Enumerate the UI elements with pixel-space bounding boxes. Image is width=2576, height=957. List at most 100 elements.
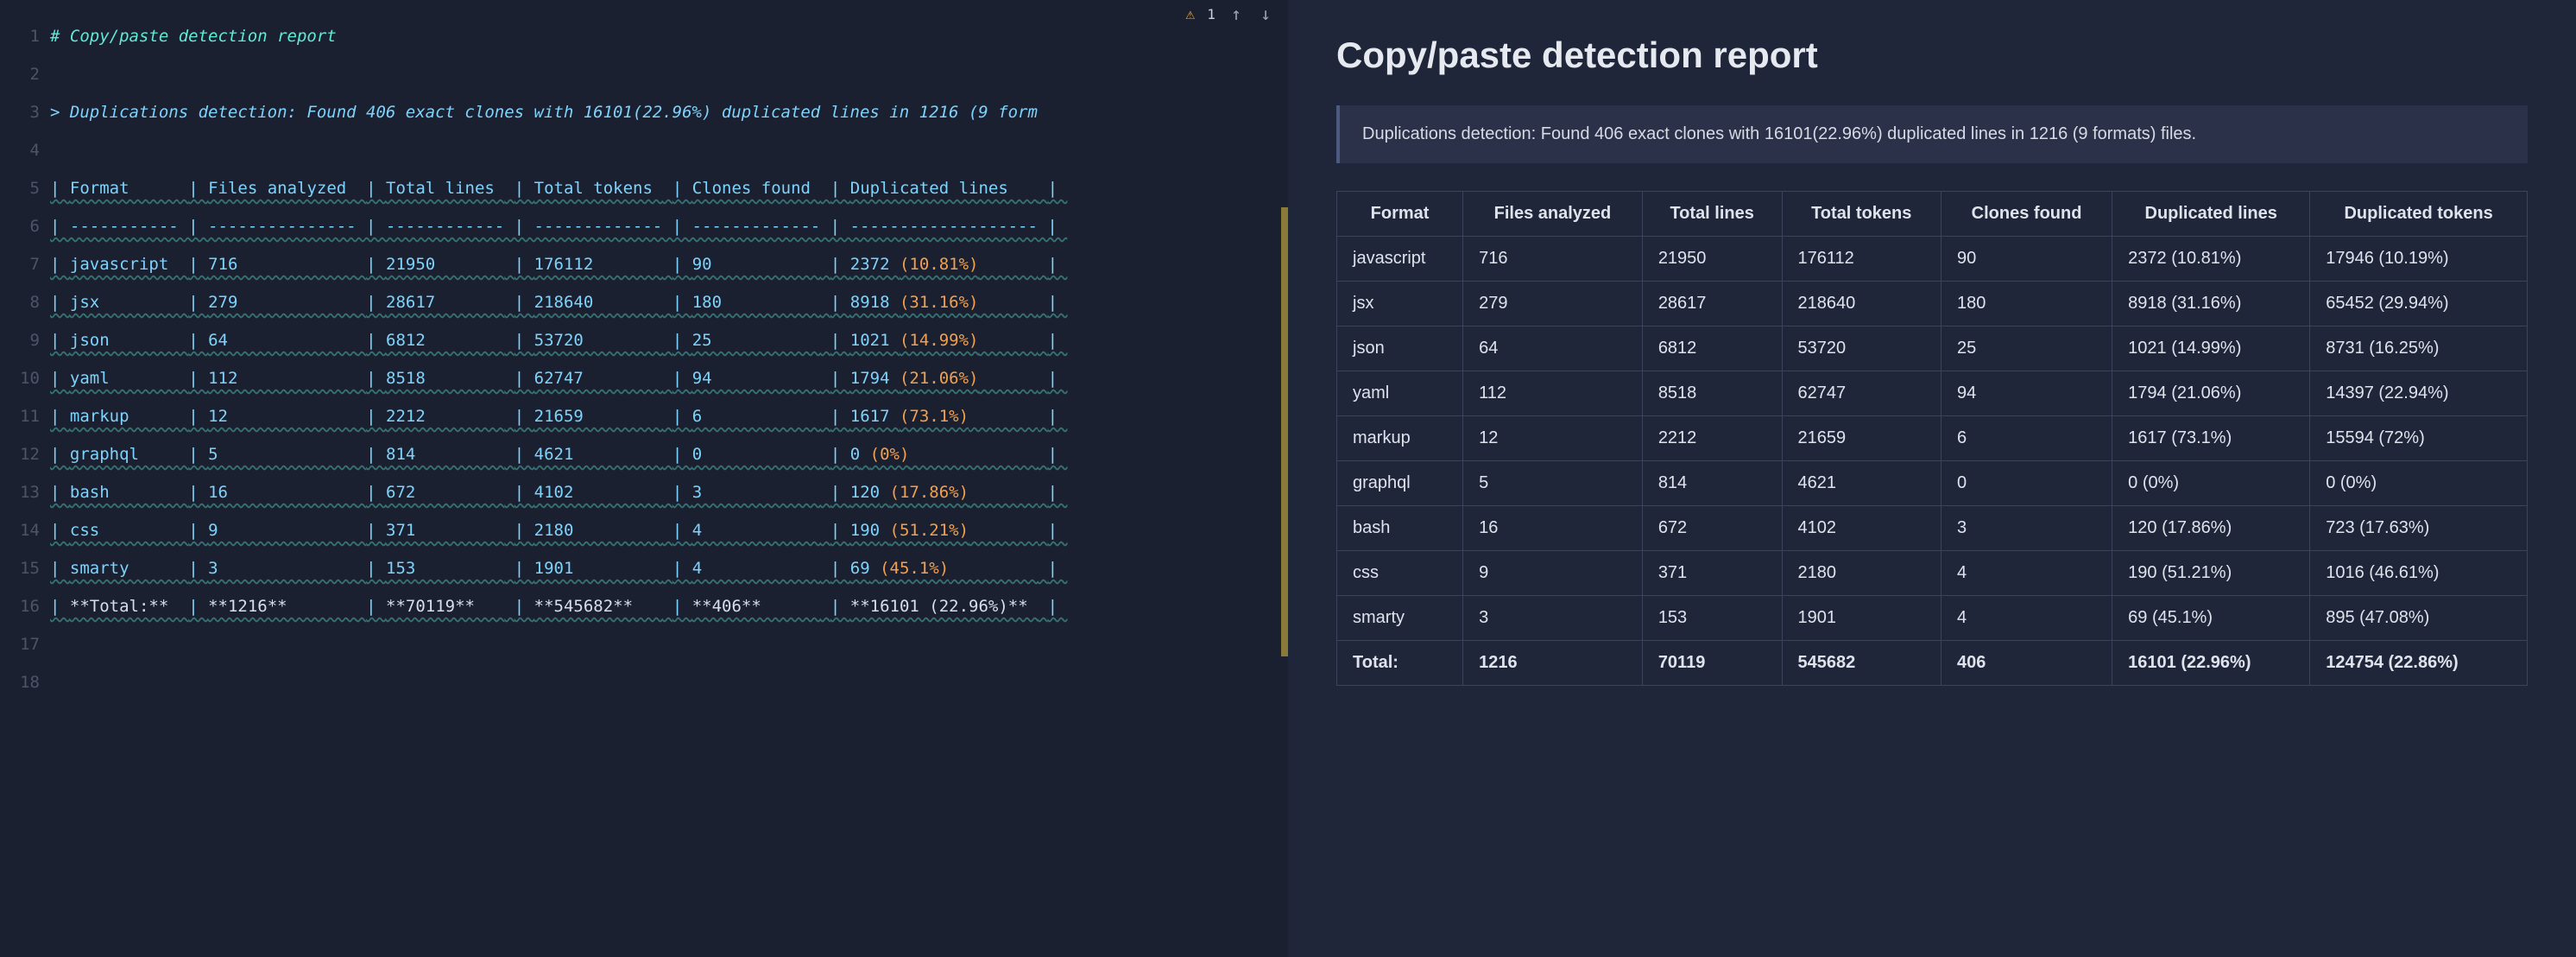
table-cell: 6: [1941, 416, 2112, 461]
line-number: 7: [0, 245, 40, 283]
table-cell: 90: [1941, 237, 2112, 282]
table-cell: 0 (0%): [2310, 461, 2528, 506]
column-header: Duplicated tokens: [2310, 192, 2528, 237]
table-cell: 8518: [1642, 371, 1782, 416]
table-cell: 1794 (21.06%): [2112, 371, 2310, 416]
table-cell: 716: [1463, 237, 1643, 282]
table-cell: 70119: [1642, 641, 1782, 686]
table-cell: 1901: [1782, 596, 1941, 641]
line-number: 3: [0, 93, 40, 131]
table-cell: bash: [1337, 506, 1463, 551]
table-cell: Total:: [1337, 641, 1463, 686]
table-cell: 64: [1463, 326, 1643, 371]
table-cell: yaml: [1337, 371, 1463, 416]
table-cell: 1021 (14.99%): [2112, 326, 2310, 371]
column-header: Files analyzed: [1463, 192, 1643, 237]
table-cell: 4621: [1782, 461, 1941, 506]
prev-problem-button[interactable]: ↑: [1228, 3, 1245, 24]
line-number: 15: [0, 549, 40, 587]
table-row: yaml112851862747941794 (21.06%)14397 (22…: [1337, 371, 2528, 416]
table-cell: 371: [1642, 551, 1782, 596]
table-cell: 1016 (46.61%): [2310, 551, 2528, 596]
table-cell: 2212: [1642, 416, 1782, 461]
column-header: Total tokens: [1782, 192, 1941, 237]
table-cell: 21659: [1782, 416, 1941, 461]
table-cell: 53720: [1782, 326, 1941, 371]
table-cell: 62747: [1782, 371, 1941, 416]
table-cell: 1617 (73.1%): [2112, 416, 2310, 461]
line-number: 8: [0, 283, 40, 321]
table-row: css937121804190 (51.21%)1016 (46.61%): [1337, 551, 2528, 596]
table-cell: 112: [1463, 371, 1643, 416]
table-cell: 0: [1941, 461, 2112, 506]
code-area[interactable]: # Copy/paste detection report > Duplicat…: [50, 0, 1288, 663]
table-cell: jsx: [1337, 282, 1463, 326]
editor-pane: ⚠ 1 ↑ ↓ 123456789101112131415161718 # Co…: [0, 0, 1288, 957]
table-cell: json: [1337, 326, 1463, 371]
line-number: 6: [0, 207, 40, 245]
table-cell: 895 (47.08%): [2310, 596, 2528, 641]
table-cell: 4102: [1782, 506, 1941, 551]
line-gutter: 123456789101112131415161718: [0, 0, 40, 701]
table-cell: 406: [1941, 641, 2112, 686]
line-number: 5: [0, 169, 40, 207]
table-cell: smarty: [1337, 596, 1463, 641]
table-total-row: Total:12167011954568240616101 (22.96%)12…: [1337, 641, 2528, 686]
table-cell: 8731 (16.25%): [2310, 326, 2528, 371]
line-number: 13: [0, 473, 40, 511]
table-cell: 153: [1642, 596, 1782, 641]
table-cell: 3: [1463, 596, 1643, 641]
line-number: 14: [0, 511, 40, 549]
editor-toolbar: ⚠ 1 ↑ ↓: [1185, 3, 1274, 24]
table-cell: 25: [1941, 326, 2112, 371]
table-cell: 180: [1941, 282, 2112, 326]
table-cell: 16: [1463, 506, 1643, 551]
table-row: markup1222122165961617 (73.1%)15594 (72%…: [1337, 416, 2528, 461]
preview-pane: Copy/paste detection report Duplications…: [1288, 0, 2576, 957]
table-cell: 6812: [1642, 326, 1782, 371]
table-cell: 4: [1941, 551, 2112, 596]
table-cell: graphql: [1337, 461, 1463, 506]
table-row: bash1667241023120 (17.86%)723 (17.63%): [1337, 506, 2528, 551]
table-cell: 176112: [1782, 237, 1941, 282]
table-cell: 65452 (29.94%): [2310, 282, 2528, 326]
column-header: Total lines: [1642, 192, 1782, 237]
summary-banner: Duplications detection: Found 406 exact …: [1336, 105, 2528, 163]
table-row: json64681253720251021 (14.99%)8731 (16.2…: [1337, 326, 2528, 371]
table-cell: 218640: [1782, 282, 1941, 326]
table-row: jsx279286172186401808918 (31.16%)65452 (…: [1337, 282, 2528, 326]
table-cell: 1216: [1463, 641, 1643, 686]
table-cell: 190 (51.21%): [2112, 551, 2310, 596]
table-cell: 0 (0%): [2112, 461, 2310, 506]
column-header: Clones found: [1941, 192, 2112, 237]
table-cell: 12: [1463, 416, 1643, 461]
column-header: Duplicated lines: [2112, 192, 2310, 237]
table-cell: 723 (17.63%): [2310, 506, 2528, 551]
line-number: 11: [0, 397, 40, 435]
table-cell: 672: [1642, 506, 1782, 551]
duplication-table: FormatFiles analyzedTotal linesTotal tok…: [1336, 191, 2528, 686]
table-cell: 21950: [1642, 237, 1782, 282]
table-cell: 14397 (22.94%): [2310, 371, 2528, 416]
table-cell: 69 (45.1%): [2112, 596, 2310, 641]
table-cell: 94: [1941, 371, 2112, 416]
line-number: 17: [0, 625, 40, 663]
table-row: smarty31531901469 (45.1%)895 (47.08%): [1337, 596, 2528, 641]
table-cell: 279: [1463, 282, 1643, 326]
table-row: javascript71621950176112902372 (10.81%)1…: [1337, 237, 2528, 282]
table-cell: 16101 (22.96%): [2112, 641, 2310, 686]
table-cell: 17946 (10.19%): [2310, 237, 2528, 282]
table-cell: 124754 (22.86%): [2310, 641, 2528, 686]
next-problem-button[interactable]: ↓: [1257, 3, 1274, 24]
line-number: 2: [0, 55, 40, 93]
line-number: 9: [0, 321, 40, 359]
table-row: graphql5814462100 (0%)0 (0%): [1337, 461, 2528, 506]
table-cell: css: [1337, 551, 1463, 596]
table-cell: 2372 (10.81%): [2112, 237, 2310, 282]
warning-count: 1: [1207, 6, 1215, 22]
table-cell: 5: [1463, 461, 1643, 506]
table-cell: 120 (17.86%): [2112, 506, 2310, 551]
table-cell: 2180: [1782, 551, 1941, 596]
table-cell: 3: [1941, 506, 2112, 551]
table-cell: 9: [1463, 551, 1643, 596]
